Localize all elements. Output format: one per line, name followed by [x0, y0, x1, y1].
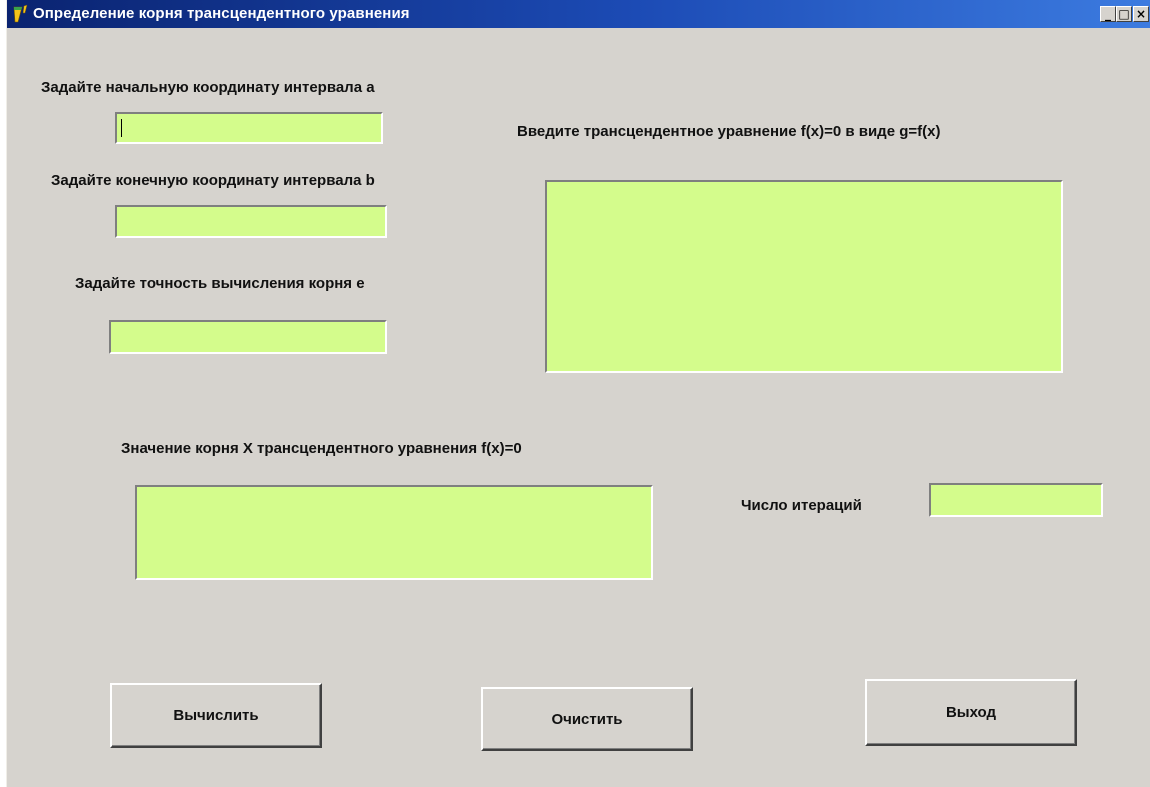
root-value-label: Значение корня X трансцендентного уравне…	[121, 440, 522, 457]
iterations-label: Число итераций	[741, 497, 862, 514]
minimize-button[interactable]: _	[1100, 6, 1116, 22]
maximize-button[interactable]: □	[1116, 6, 1132, 22]
delphi-app-icon[interactable]	[13, 4, 35, 24]
end-b-input[interactable]	[115, 205, 387, 238]
close-button[interactable]: ×	[1133, 6, 1149, 22]
iterations-output[interactable]	[929, 483, 1103, 517]
main-window: Определение корня трансцендентного уравн…	[6, 0, 1150, 787]
start-a-input[interactable]	[115, 112, 383, 144]
title-bar[interactable]: Определение корня трансцендентного уравн…	[7, 0, 1150, 28]
precision-e-label: Задайте точность вычисления корня e	[75, 275, 365, 292]
root-value-output[interactable]	[135, 485, 653, 580]
calculate-button[interactable]: Вычислить	[110, 683, 322, 748]
exit-button[interactable]: Выход	[865, 679, 1077, 746]
equation-label: Введите трансцендентное уравнение f(x)=0…	[517, 123, 941, 140]
clear-button[interactable]: Очистить	[481, 687, 693, 751]
end-b-label: Задайте конечную координату интервала b	[51, 172, 375, 189]
equation-textarea[interactable]	[545, 180, 1063, 373]
text-caret	[121, 119, 122, 137]
window-title: Определение корня трансцендентного уравн…	[33, 5, 410, 22]
start-a-label: Задайте начальную координату интервала a	[41, 79, 375, 96]
precision-e-input[interactable]	[109, 320, 387, 354]
